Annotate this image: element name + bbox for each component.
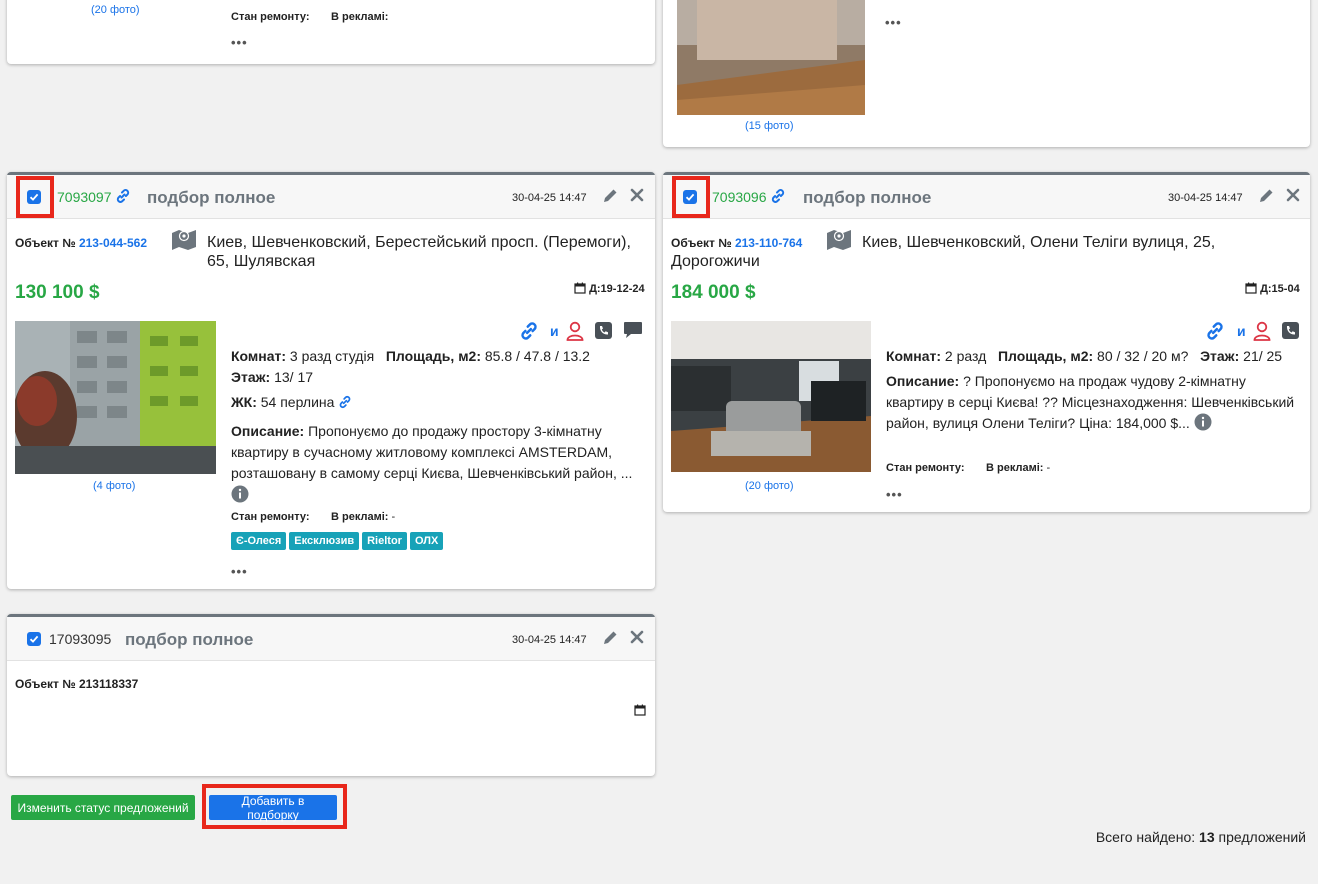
- change-status-button[interactable]: Изменить статус предложений: [11, 795, 195, 820]
- link-icon[interactable]: [770, 188, 786, 209]
- listing-id-link[interactable]: 7093096: [712, 189, 767, 205]
- floor-line: Этаж: 13/ 17: [231, 369, 314, 385]
- card-title: подбор полное: [803, 188, 932, 207]
- ads-value: -: [1046, 462, 1051, 474]
- description: Описание: ? Пропонуємо на продаж чудову …: [886, 373, 1295, 431]
- rooms-area-floor-line: Комнат: 2 разд Площадь, м2: 80 / 32 / 20…: [886, 348, 1283, 364]
- date-code: Д:19-12-24: [574, 282, 645, 295]
- link-icon[interactable]: [519, 321, 539, 346]
- card-header: 17093095 подбор полное 30-04-25 14:47: [7, 617, 655, 661]
- link-icon[interactable]: [338, 394, 352, 410]
- listing-card-7093097: 7093097 подбор полное 30-04-25 14:47 Объ…: [7, 172, 655, 589]
- card-title: подбор полное: [125, 630, 254, 649]
- card-header: 7093096 подбор полное 30-04-25 14:47: [663, 175, 1310, 219]
- photos-link[interactable]: (4 фото): [93, 480, 135, 492]
- calendar-icon: [634, 703, 646, 721]
- listing-id-link[interactable]: 7093097: [57, 189, 112, 205]
- card-date: 30-04-25 14:47: [512, 634, 587, 646]
- and-label: и: [1237, 323, 1246, 339]
- object-label: Объект № 213-044-562: [15, 236, 148, 250]
- highlight-box: [672, 176, 710, 218]
- listing-photo[interactable]: [15, 321, 216, 474]
- ads-value: -: [391, 511, 396, 523]
- total-found: Всего найдено: 13 предложений: [1095, 829, 1306, 845]
- user-icon[interactable]: [566, 321, 584, 346]
- ads-label: В рекламі:: [331, 511, 389, 523]
- repair-label: Стан ремонту:: [886, 462, 965, 474]
- price: 184 000 $: [671, 282, 756, 303]
- address: Киев, Шевченковский, Олени Теліги вулиця…: [671, 234, 1216, 270]
- more-dots[interactable]: •••: [231, 35, 248, 50]
- comment-icon[interactable]: [623, 321, 643, 345]
- close-icon[interactable]: [630, 188, 644, 207]
- calendar-icon: [1245, 282, 1260, 295]
- listing-card-top-right: (15 фото) •••: [663, 0, 1310, 147]
- listing-photo[interactable]: [671, 321, 871, 472]
- more-dots[interactable]: •••: [885, 15, 902, 30]
- phone-icon[interactable]: [1282, 322, 1299, 344]
- phone-icon[interactable]: [595, 322, 612, 344]
- map-icon[interactable]: [171, 228, 197, 255]
- photos-link[interactable]: (15 фото): [745, 120, 794, 132]
- close-icon[interactable]: [630, 630, 644, 649]
- price: 130 100 $: [15, 282, 100, 303]
- complex-line: ЖК: 54 перлина: [231, 392, 352, 413]
- photos-link[interactable]: (20 фото): [745, 480, 794, 492]
- info-icon[interactable]: [231, 485, 249, 508]
- repair-label: Стан ремонту:: [231, 511, 310, 523]
- tag: Ексклюзив: [289, 532, 360, 550]
- and-label: и: [550, 323, 559, 339]
- tag: Є-Олеся: [231, 532, 287, 550]
- card-header: 7093097 подбор полное 30-04-25 14:47: [7, 175, 655, 219]
- listing-card-7093096: 7093096 подбор полное 30-04-25 14:47 Объ…: [663, 172, 1310, 512]
- more-dots[interactable]: •••: [886, 487, 903, 502]
- repair-label: Стан ремонту:: [231, 11, 310, 23]
- object-id-link[interactable]: 213-044-562: [79, 236, 147, 250]
- more-dots[interactable]: •••: [231, 564, 248, 579]
- link-icon[interactable]: [1205, 321, 1225, 346]
- card-date: 30-04-25 14:47: [1168, 192, 1243, 204]
- highlight-box: [16, 176, 54, 218]
- edit-pencil-icon[interactable]: [1257, 187, 1275, 210]
- tag: ОЛХ: [409, 532, 444, 550]
- edit-pencil-icon[interactable]: [601, 187, 619, 210]
- listing-card-top-left: (20 фото) Стан ремонту: В рекламі: •••: [7, 0, 655, 64]
- object-label: Объект № 213118337: [15, 677, 139, 691]
- card-title: подбор полное: [147, 188, 276, 207]
- description: Описание: Пропонуємо до продажу простору…: [231, 423, 633, 481]
- edit-pencil-icon[interactable]: [601, 629, 619, 652]
- date-code: Д:15-04: [1245, 282, 1300, 295]
- tag: Rieltor: [362, 532, 407, 550]
- listing-card-17093095: 17093095 подбор полное 30-04-25 14:47 Об…: [7, 614, 655, 776]
- card-date: 30-04-25 14:47: [512, 192, 587, 204]
- highlight-box: [202, 784, 347, 829]
- user-icon[interactable]: [1253, 321, 1271, 346]
- tags: Є-Олеся Ексклюзив Rieltor ОЛХ: [231, 531, 446, 550]
- listing-id: 17093095: [49, 631, 112, 647]
- listing-photo[interactable]: [677, 0, 865, 115]
- calendar-icon: [574, 282, 589, 295]
- link-icon[interactable]: [115, 188, 131, 209]
- rooms-area-line: Комнат: 3 разд студія Площадь, м2: 85.8 …: [231, 348, 590, 364]
- select-checkbox[interactable]: [27, 632, 41, 646]
- info-icon[interactable]: [1194, 413, 1212, 431]
- photos-link[interactable]: (20 фото): [91, 4, 140, 16]
- address: Киев, Шевченковский, Берестейський просп…: [207, 234, 631, 270]
- ads-label: В рекламі:: [986, 462, 1044, 474]
- ads-label: В рекламі:: [331, 11, 389, 23]
- close-icon[interactable]: [1286, 188, 1300, 207]
